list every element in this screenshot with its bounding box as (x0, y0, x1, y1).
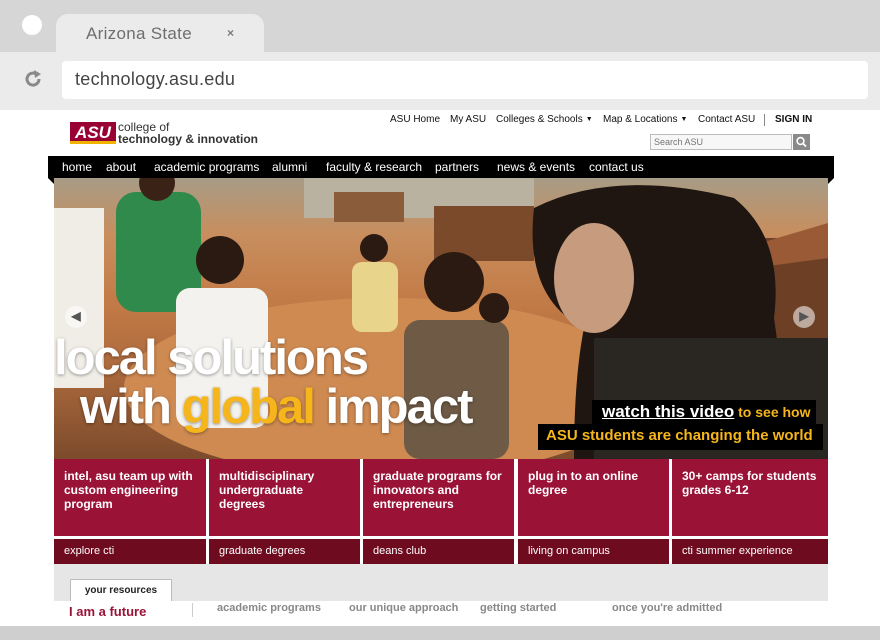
address-bar-url: technology.asu.edu (75, 69, 236, 89)
quick-link[interactable]: deans club (363, 539, 514, 564)
web-page: ASU college of technology & innovation A… (2, 110, 878, 626)
top-link-asu-home[interactable]: ASU Home (390, 114, 440, 125)
sign-in-link[interactable]: SIGN IN (775, 114, 812, 125)
resource-link-academic-programs[interactable]: academic programs (217, 602, 321, 614)
nav-ribbon-fold-right (828, 178, 834, 184)
tab-close-icon[interactable]: × (227, 26, 234, 40)
nav-academic-programs[interactable]: academic programs (154, 160, 259, 174)
resources-divider (192, 603, 193, 617)
browser-chrome: Arizona State × technology.asu.edu (0, 0, 880, 110)
nav-contact-us[interactable]: contact us (589, 160, 644, 174)
search-input[interactable] (651, 135, 793, 149)
hero-headline-impact: impact (313, 380, 473, 434)
promo-tile[interactable]: intel, asu team up with custom engineeri… (54, 459, 206, 536)
search-button[interactable] (793, 134, 810, 150)
hero-headline-with: with (80, 380, 182, 434)
quick-link[interactable]: graduate degrees (209, 539, 360, 564)
chevron-down-icon: ▼ (585, 116, 593, 123)
nav-partners[interactable]: partners (435, 160, 479, 174)
resource-link-getting-started[interactable]: getting started (480, 602, 556, 614)
watch-video-text: to see how (734, 404, 811, 420)
resource-link-unique-approach[interactable]: our unique approach (349, 602, 458, 614)
resources-panel: I am a future academic programs our uniq… (54, 601, 828, 626)
browser-status-bar (0, 626, 880, 640)
resources-section: your resources I am a future academic pr… (54, 564, 828, 626)
hero-headline-line-1: local solutions (54, 331, 369, 385)
nav-home[interactable]: home (62, 160, 92, 174)
tab-your-resources[interactable]: your resources (70, 579, 172, 601)
hero-headline-global: global (181, 380, 316, 434)
quick-link[interactable]: cti summer experience (672, 539, 828, 564)
chevron-right-icon: ▶ (799, 309, 809, 323)
promo-tile[interactable]: graduate programs for innovators and ent… (363, 459, 514, 536)
tab-title: Arizona State (86, 24, 192, 43)
nav-faculty-research[interactable]: faculty & research (326, 160, 422, 174)
top-link-my-asu[interactable]: My ASU (450, 114, 486, 125)
watch-video-cta: watch this video to see how (592, 400, 817, 424)
logo-line-2: technology & innovation (118, 132, 258, 146)
hero-prev-button[interactable]: ◀ (65, 306, 87, 328)
top-link-colleges-label: Colleges & Schools (496, 114, 583, 125)
top-link-colleges-schools[interactable]: Colleges & Schools ▼ (496, 114, 593, 125)
window-control-dot[interactable] (22, 15, 42, 35)
browser-toolbar: technology.asu.edu (0, 52, 880, 110)
hero-headline-line-2: with global impact (80, 380, 473, 434)
asu-logo-mark: ASU (70, 122, 116, 144)
browser-tab[interactable]: Arizona State × (56, 14, 264, 52)
search-icon (796, 136, 807, 148)
quick-link[interactable]: living on campus (518, 539, 669, 564)
hero-banner[interactable]: ◀ ▶ local solutions with global impact w… (54, 178, 828, 459)
nav-alumni[interactable]: alumni (272, 160, 307, 174)
watch-video-subtext: ASU students are changing the world (538, 424, 823, 450)
resource-link-once-admitted[interactable]: once you're admitted (612, 602, 722, 614)
hero-next-button[interactable]: ▶ (793, 306, 815, 328)
promo-tile[interactable]: 30+ camps for students grades 6-12 (672, 459, 828, 536)
top-link-map-locations[interactable]: Map & Locations ▼ (603, 114, 687, 125)
quick-link[interactable]: explore cti (54, 539, 206, 564)
chevron-down-icon: ▼ (680, 116, 688, 123)
promo-tile[interactable]: plug in to an online degree (518, 459, 669, 536)
nav-news-events[interactable]: news & events (497, 160, 575, 174)
top-link-contact-asu[interactable]: Contact ASU (698, 114, 755, 125)
reload-icon[interactable] (22, 68, 44, 90)
watch-video-link[interactable]: watch this video (602, 402, 734, 421)
main-navigation: home about academic programs alumni facu… (48, 156, 834, 184)
promo-tile[interactable]: multidisciplinary undergraduate degrees (209, 459, 360, 536)
address-bar[interactable]: technology.asu.edu (62, 61, 868, 99)
top-link-map-label: Map & Locations (603, 114, 678, 125)
search-box (650, 134, 793, 150)
resources-heading: I am a future (69, 604, 147, 619)
chevron-left-icon: ◀ (71, 309, 81, 323)
nav-about[interactable]: about (106, 160, 136, 174)
top-links-divider (764, 114, 765, 126)
